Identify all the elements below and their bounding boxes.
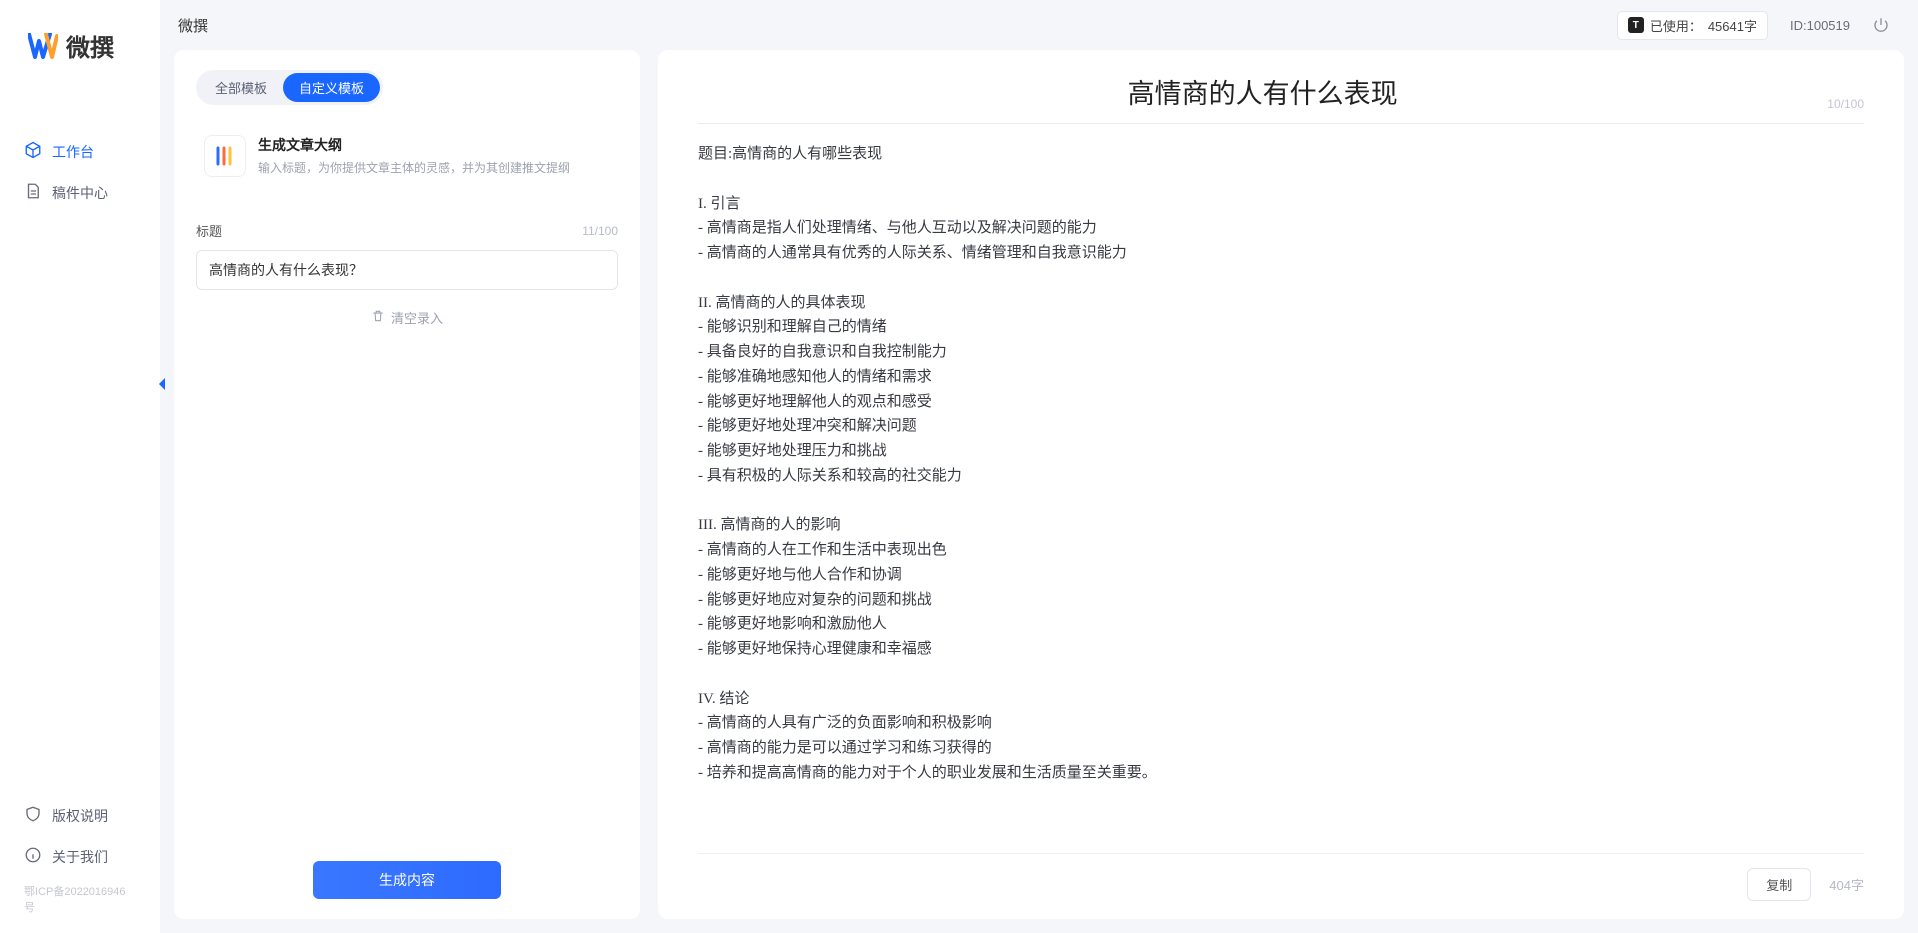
title-char-count: 11/100 <box>582 224 618 238</box>
sidebar-item-drafts[interactable]: 稿件中心 <box>0 172 160 213</box>
info-icon <box>24 846 42 867</box>
workspace: 全部模板 自定义模板 生成文章大纲 输入标题，为你提供文章主体的灵感，并为其创建… <box>160 50 1918 933</box>
doc-title-char-count: 10/100 <box>1827 97 1864 111</box>
usage-pill[interactable]: T 已使用： 45641字 <box>1617 11 1768 40</box>
topbar: 微撰 T 已使用： 45641字 ID:100519 <box>160 0 1918 50</box>
panel-output: 高情商的人有什么表现 10/100 题目:高情商的人有哪些表现 I. 引言 - … <box>658 50 1904 919</box>
prompt-text: 生成文章大纲 输入标题，为你提供文章主体的灵感，并为其创建推文提纲 <box>258 135 570 177</box>
panel-left-footer: 生成内容 <box>196 847 618 899</box>
icp-text: 鄂ICP备2022016946号 <box>0 877 160 925</box>
sidebar-collapse-handle[interactable] <box>154 374 170 394</box>
shield-icon <box>24 805 42 826</box>
logo: 微撰 <box>0 0 160 83</box>
sidebar-item-copyright[interactable]: 版权说明 <box>0 795 160 836</box>
output-char-count: 404字 <box>1829 875 1864 894</box>
usage-prefix: 已使用： <box>1650 16 1702 35</box>
prompt-thumb-icon <box>204 135 246 177</box>
logo-mark-icon <box>28 33 58 59</box>
sidebar-item-label: 关于我们 <box>52 847 108 867</box>
prompt-desc: 输入标题，为你提供文章主体的灵感，并为其创建推文提纲 <box>258 159 570 176</box>
doc-body[interactable]: 题目:高情商的人有哪些表现 I. 引言 - 高情商是指人们处理情绪、与他人互动以… <box>698 142 1864 843</box>
panel-prompt: 全部模板 自定义模板 生成文章大纲 输入标题，为你提供文章主体的灵感，并为其创建… <box>174 50 640 919</box>
sidebar-item-label: 工作台 <box>52 142 94 162</box>
usage-value: 45641字 <box>1708 16 1757 35</box>
tab-all-templates[interactable]: 全部模板 <box>199 73 283 102</box>
text-badge-icon: T <box>1628 17 1644 33</box>
sidebar-bottom: 版权说明 关于我们 鄂ICP备2022016946号 <box>0 795 160 933</box>
panel-right-footer: 复制 404字 <box>698 853 1864 901</box>
copy-button[interactable]: 复制 <box>1747 868 1811 901</box>
doc-title: 高情商的人有什么表现 <box>698 72 1827 111</box>
sidebar-item-label: 稿件中心 <box>52 183 108 203</box>
template-tabs: 全部模板 自定义模板 <box>196 70 383 105</box>
document-icon <box>24 182 42 203</box>
title-field-label-row: 标题 11/100 <box>196 221 618 240</box>
id-label: ID: <box>1790 18 1807 33</box>
prompt-card: 生成文章大纲 输入标题，为你提供文章主体的灵感，并为其创建推文提纲 <box>196 125 618 187</box>
sidebar: 微撰 工作台 稿件中心 版权 <box>0 0 160 933</box>
title-label: 标题 <box>196 221 222 240</box>
power-button[interactable] <box>1872 16 1890 34</box>
app-title: 微撰 <box>178 15 208 36</box>
tab-custom-templates[interactable]: 自定义模板 <box>283 73 380 102</box>
sidebar-item-label: 版权说明 <box>52 806 108 826</box>
main: 微撰 T 已使用： 45641字 ID:100519 全部模板 自定义模板 <box>160 0 1918 933</box>
sidebar-item-about[interactable]: 关于我们 <box>0 836 160 877</box>
id-value: 100519 <box>1807 18 1850 33</box>
title-input[interactable] <box>196 250 618 290</box>
doc-header: 高情商的人有什么表现 10/100 <box>698 72 1864 124</box>
generate-button[interactable]: 生成内容 <box>313 861 501 899</box>
topbar-right: T 已使用： 45641字 ID:100519 <box>1617 11 1890 40</box>
prompt-title: 生成文章大纲 <box>258 135 570 155</box>
sidebar-nav: 工作台 稿件中心 <box>0 83 160 213</box>
clear-input-button[interactable]: 清空录入 <box>196 308 618 327</box>
clear-label: 清空录入 <box>391 308 443 327</box>
cube-icon <box>24 141 42 162</box>
trash-icon <box>371 309 385 326</box>
sidebar-item-workbench[interactable]: 工作台 <box>0 131 160 172</box>
logo-text: 微撰 <box>66 28 114 63</box>
user-id: ID:100519 <box>1790 18 1850 33</box>
